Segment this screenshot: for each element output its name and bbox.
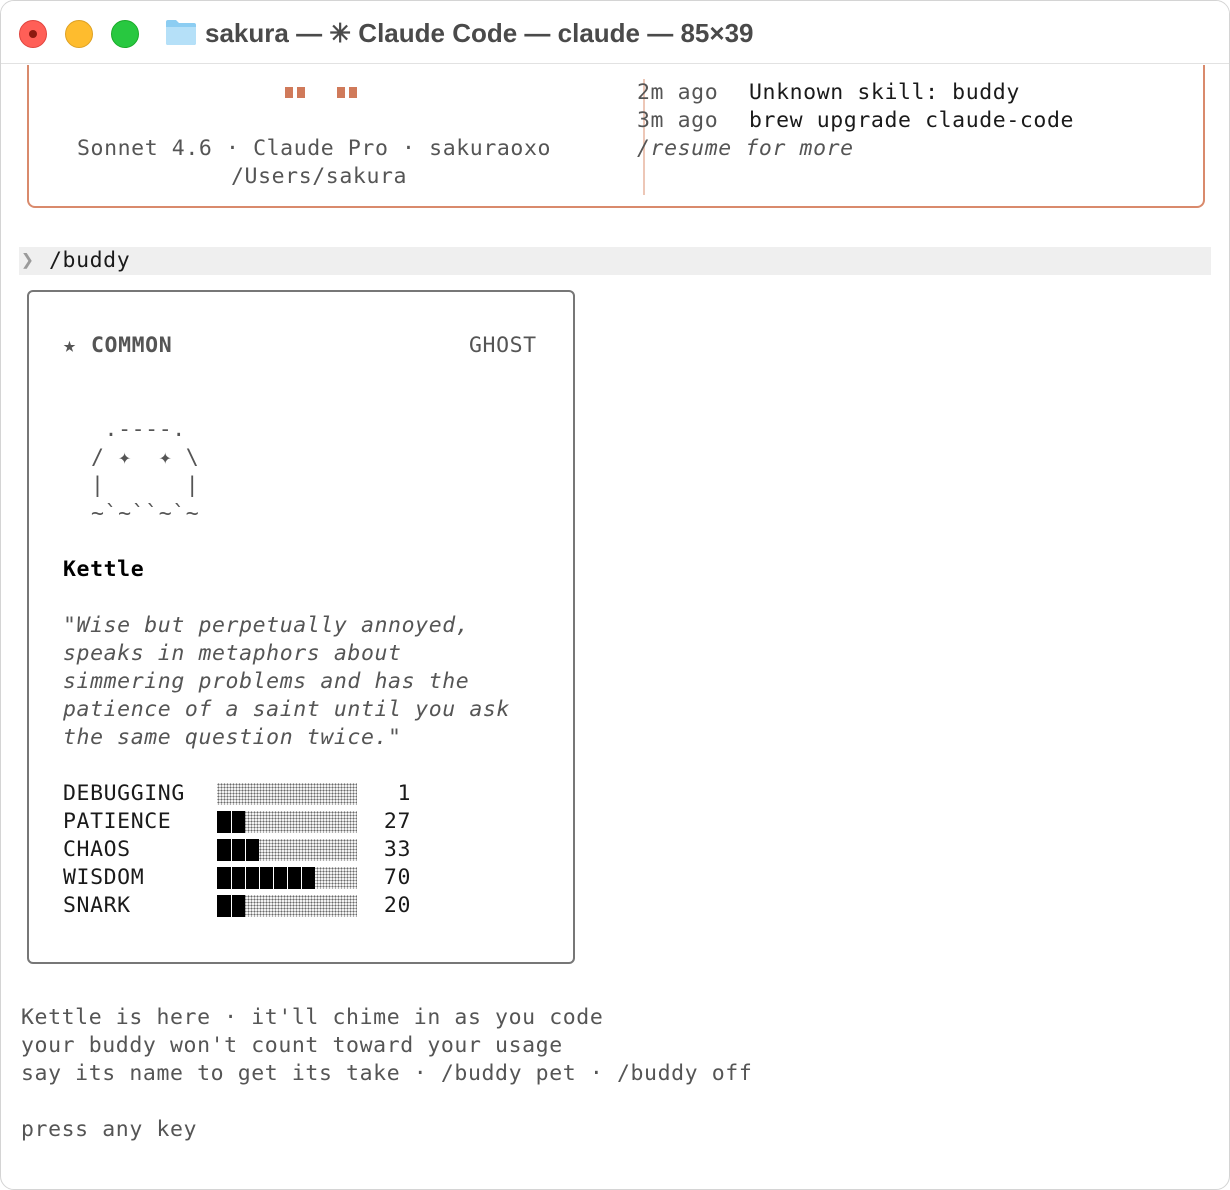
stat-name: DEBUGGING [63,781,185,806]
footer-line-1: Kettle is here · it'll chime in as you c… [21,1005,604,1030]
zoom-button[interactable] [111,20,139,48]
ghost-art-line-3: | | [91,473,200,498]
quote-line-1: "Wise but perpetually annoyed, [63,613,470,638]
stat-name: SNARK [63,893,131,918]
window-title: sakura — ✳ Claude Code — claude — 85×39 [205,18,754,48]
footer-line-2: your buddy won't count toward your usage [21,1033,563,1058]
terminal-window: sakura — ✳ Claude Code — claude — 85×39 … [0,0,1230,1190]
stat-bar-fill [217,811,245,833]
stat-bar [217,867,357,889]
quote-line-4: patience of a saint until you ask [63,697,510,722]
recent-time-1: 2m ago [637,80,719,105]
quote-line-5: the same question twice." [63,725,402,750]
stat-name: CHAOS [63,837,131,862]
stat-bar-fill [217,895,245,917]
close-button[interactable] [19,20,47,48]
recent-activity-1[interactable]: Unknown skill: buddy [749,79,1020,107]
prompt-history-line [19,247,1211,275]
title-bar: sakura — ✳ Claude Code — claude — 85×39 [1,1,1229,64]
prompt-command: /buddy [49,248,131,273]
buddy-name: Kettle [63,557,145,582]
quote-line-2: speaks in metaphors about [63,641,402,666]
recent-time-2: 3m ago [637,108,719,133]
rarity-label: COMMON [91,333,173,358]
recent-activity-2[interactable]: brew upgrade claude-code [749,107,1074,135]
species-label: GHOST [469,333,537,358]
rarity-star-icon: ★ [63,333,77,358]
model-info: Sonnet 4.6 · Claude Pro · sakuraoxo [77,136,552,161]
terminal-content[interactable]: Sonnet 4.6 · Claude Pro · sakuraoxo /Use… [1,65,1229,1189]
ghost-art-line-2: / ✦ ✦ \ [91,445,200,470]
stat-name: PATIENCE [63,809,172,834]
quote-line-3: simmering problems and has the [63,669,470,694]
ghost-art-line-4: ~`~``~`~ [91,501,200,526]
stat-bar-fill [217,867,315,889]
stat-bar-fill [217,839,259,861]
stat-name: WISDOM [63,865,145,890]
stat-value: 27 [383,809,411,834]
ghost-art-line-1: .----. [91,417,186,442]
stat-value: 33 [383,837,411,862]
stat-bar [217,783,357,805]
claude-mascot-icon [285,83,361,98]
stat-bar [217,811,357,833]
stat-bar [217,839,357,861]
folder-icon [166,20,196,45]
stat-value: 70 [383,865,411,890]
footer-line-3: say its name to get its take · /buddy pe… [21,1061,753,1086]
working-directory: /Users/sakura [231,164,408,189]
stat-value: 1 [397,781,411,806]
stat-value: 20 [383,893,411,918]
minimize-button[interactable] [65,20,93,48]
press-any-key: press any key [21,1117,198,1142]
stat-bar [217,895,357,917]
resume-hint: /resume for more [637,136,854,161]
prompt-chevron-icon: ❯ [21,248,35,273]
